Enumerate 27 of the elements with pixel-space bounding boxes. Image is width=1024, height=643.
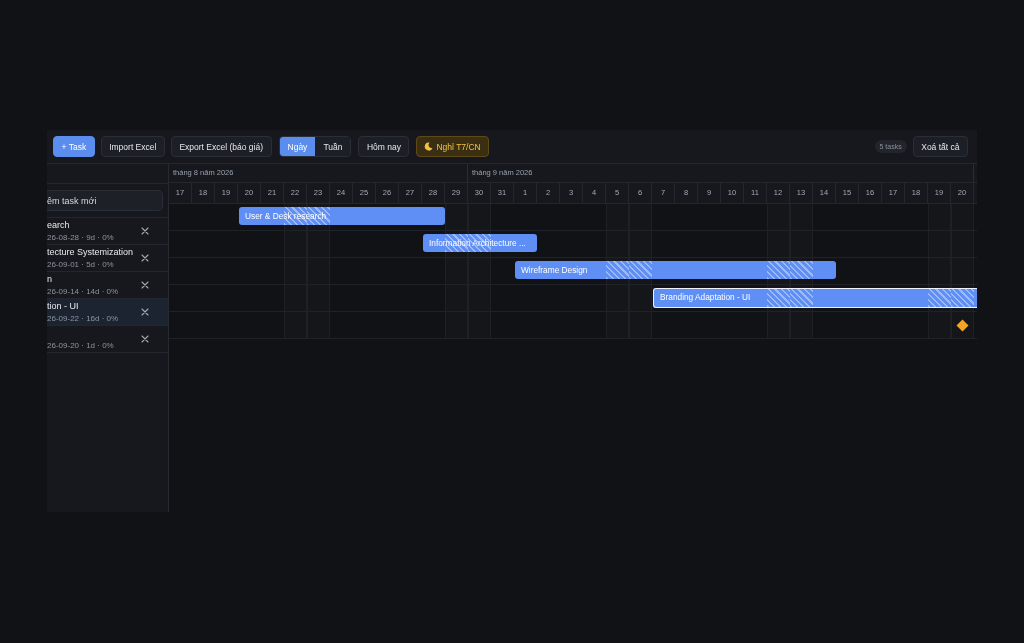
close-icon[interactable] bbox=[141, 227, 149, 235]
view-tab[interactable]: Tuần bbox=[315, 137, 351, 156]
new-task-input[interactable]: êm task mới bbox=[47, 190, 163, 211]
import-excel-button[interactable]: Import Excel bbox=[100, 136, 165, 157]
close-icon[interactable] bbox=[141, 254, 149, 262]
task-meta: 26-09-20 · 1d · 0% bbox=[47, 340, 114, 351]
weekend-toggle[interactable]: Nghỉ T7/CN bbox=[416, 136, 489, 157]
task-meta: 26-09-22 · 16d · 0% bbox=[47, 313, 119, 324]
task-name: n bbox=[47, 273, 52, 285]
task-row[interactable]: 26-09-20 · 1d · 0% bbox=[47, 326, 168, 353]
task-meta: 26-08-28 · 9d · 0% bbox=[47, 232, 114, 243]
task-row[interactable]: tion - UI 26-09-22 · 16d · 0% bbox=[47, 299, 168, 326]
task-row[interactable]: tecture Systemization 26-09-01 · 5d · 0% bbox=[47, 245, 168, 272]
today-button[interactable]: Hôm nay bbox=[358, 136, 410, 157]
moon-icon bbox=[424, 142, 434, 151]
task-meta: 26-09-14 · 14d · 0% bbox=[47, 286, 119, 297]
task-row[interactable]: earch 26-08-28 · 9d · 0% bbox=[47, 218, 168, 245]
task-meta: 26-09-01 · 5d · 0% bbox=[47, 259, 114, 270]
close-icon[interactable] bbox=[141, 308, 149, 316]
task-name: tion - UI bbox=[47, 300, 79, 312]
task-name: earch bbox=[47, 219, 70, 231]
task-name: tecture Systemization bbox=[47, 246, 134, 258]
close-icon[interactable] bbox=[141, 281, 149, 289]
milestone-diamond-icon[interactable] bbox=[956, 319, 969, 332]
close-icon[interactable] bbox=[141, 335, 149, 343]
export-excel-button[interactable]: Export Excel (báo giá) bbox=[170, 136, 272, 157]
clear-all-button[interactable]: Xoá tất cả bbox=[912, 136, 968, 157]
